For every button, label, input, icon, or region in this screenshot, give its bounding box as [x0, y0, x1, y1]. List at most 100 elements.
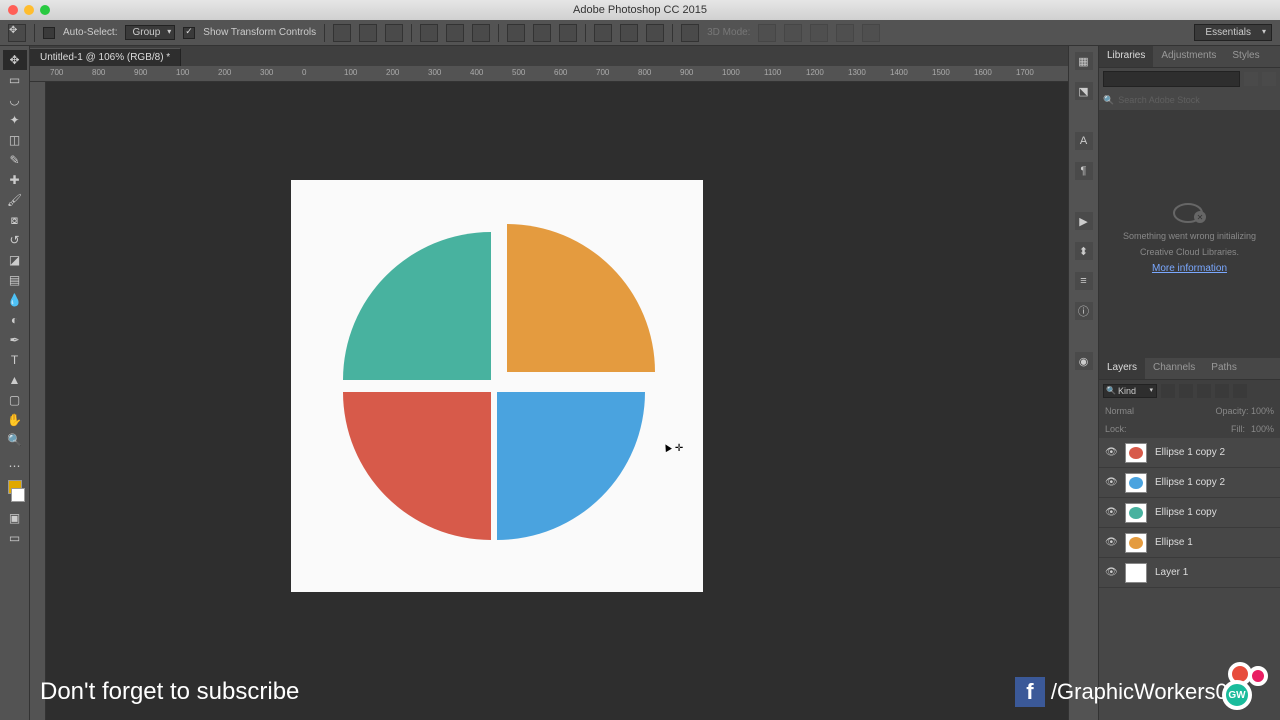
tab-styles[interactable]: Styles — [1224, 46, 1267, 67]
layer-filter-kind[interactable]: Kind — [1103, 384, 1157, 398]
align-3-icon[interactable] — [385, 24, 403, 42]
visibility-toggle-icon[interactable]: 👁 — [1105, 537, 1117, 548]
auto-align-icon[interactable] — [681, 24, 699, 42]
workspace-switcher[interactable]: Essentials — [1194, 24, 1272, 41]
filter-shape-icon[interactable] — [1215, 384, 1229, 398]
history-brush-tool[interactable]: ↺ — [3, 230, 27, 250]
tab-channels[interactable]: Channels — [1145, 358, 1203, 379]
shape-tool[interactable]: ▢ — [3, 390, 27, 410]
screenmode-toggle[interactable]: ▭ — [3, 528, 27, 548]
quickmask-toggle[interactable]: ▣ — [3, 508, 27, 528]
canvas-background[interactable] — [46, 82, 1068, 720]
filter-adj-icon[interactable] — [1179, 384, 1193, 398]
edit-toolbar[interactable]: ⋯ — [3, 456, 27, 476]
auto-select-dropdown[interactable]: Group — [125, 25, 175, 40]
divider — [585, 24, 586, 42]
clone-panel-icon[interactable]: ≡ — [1075, 272, 1093, 290]
visibility-toggle-icon[interactable]: 👁 — [1105, 477, 1117, 488]
filter-type-icon[interactable] — [1197, 384, 1211, 398]
actions-panel-icon[interactable]: ▶ — [1075, 212, 1093, 230]
dodge-tool[interactable]: ◐ — [3, 310, 27, 330]
type-tool[interactable]: T — [3, 350, 27, 370]
dist-4-icon[interactable] — [594, 24, 612, 42]
auto-select-checkbox[interactable] — [43, 27, 55, 39]
align-6-icon[interactable] — [472, 24, 490, 42]
dist-3-icon[interactable] — [559, 24, 577, 42]
divider — [411, 24, 412, 42]
show-transform-checkbox[interactable] — [183, 27, 195, 39]
layer-name[interactable]: Ellipse 1 copy — [1155, 507, 1217, 518]
visibility-toggle-icon[interactable]: 👁 — [1105, 447, 1117, 458]
grid-view-icon[interactable] — [1244, 72, 1258, 86]
dist-6-icon[interactable] — [646, 24, 664, 42]
tab-libraries[interactable]: Libraries — [1099, 46, 1153, 67]
character-panel-icon[interactable]: A — [1075, 132, 1093, 150]
eraser-tool[interactable]: ◪ — [3, 250, 27, 270]
layer-row[interactable]: 👁 Ellipse 1 copy 2 — [1099, 438, 1280, 468]
layer-row[interactable]: 👁 Ellipse 1 copy — [1099, 498, 1280, 528]
align-2-icon[interactable] — [359, 24, 377, 42]
move-tool[interactable]: ✥ — [3, 50, 27, 70]
move-tool-icon[interactable]: ✥ — [8, 24, 26, 42]
list-view-icon[interactable] — [1262, 72, 1276, 86]
wand-tool[interactable]: ✦ — [3, 110, 27, 130]
layer-name[interactable]: Ellipse 1 copy 2 — [1155, 447, 1225, 458]
ruler-tick: 400 — [470, 68, 483, 77]
align-4-icon[interactable] — [420, 24, 438, 42]
close-window-icon[interactable] — [8, 5, 18, 15]
layer-thumbnail[interactable] — [1125, 443, 1147, 463]
history-panel-icon[interactable]: ▦ — [1075, 52, 1093, 70]
collapsed-panels-strip: ▦ ⬔ A ¶ ▶ ⬍ ≡ ⓘ ◉ — [1068, 46, 1098, 720]
marquee-tool[interactable]: ▭ — [3, 70, 27, 90]
gradient-tool[interactable]: ▤ — [3, 270, 27, 290]
stock-search-placeholder[interactable]: Search Adobe Stock — [1118, 95, 1200, 105]
layer-thumbnail[interactable] — [1125, 563, 1147, 583]
blend-mode-select[interactable]: Normal — [1105, 406, 1134, 416]
visibility-toggle-icon[interactable]: 👁 — [1105, 567, 1117, 578]
layer-thumbnail[interactable] — [1125, 533, 1147, 553]
dist-2-icon[interactable] — [533, 24, 551, 42]
info-panel-icon[interactable]: ⓘ — [1075, 302, 1093, 320]
crop-tool[interactable]: ◫ — [3, 130, 27, 150]
opacity-value[interactable]: 100% — [1251, 406, 1274, 416]
layer-row[interactable]: 👁 Layer 1 — [1099, 558, 1280, 588]
navigator-panel-icon[interactable]: ◉ — [1075, 352, 1093, 370]
filter-smart-icon[interactable] — [1233, 384, 1247, 398]
filter-pixel-icon[interactable] — [1161, 384, 1175, 398]
hand-tool[interactable]: ✋ — [3, 410, 27, 430]
zoom-tool[interactable]: 🔍 — [3, 430, 27, 450]
pen-tool[interactable]: ✒ — [3, 330, 27, 350]
paragraph-panel-icon[interactable]: ¶ — [1075, 162, 1093, 180]
brush-panel-icon[interactable]: ⬍ — [1075, 242, 1093, 260]
fill-value[interactable]: 100% — [1251, 424, 1274, 434]
tab-adjustments[interactable]: Adjustments — [1153, 46, 1224, 67]
visibility-toggle-icon[interactable]: 👁 — [1105, 507, 1117, 518]
layer-thumbnail[interactable] — [1125, 473, 1147, 493]
brush-tool[interactable]: 🖌 — [3, 190, 27, 210]
document-tab[interactable]: Untitled-1 @ 106% (RGB/8) * — [30, 48, 181, 66]
dist-5-icon[interactable] — [620, 24, 638, 42]
path-select-tool[interactable]: ▲ — [3, 370, 27, 390]
healing-tool[interactable]: ✚ — [3, 170, 27, 190]
layer-thumbnail[interactable] — [1125, 503, 1147, 523]
color-panel-icon[interactable]: ⬔ — [1075, 82, 1093, 100]
library-select[interactable] — [1103, 71, 1240, 87]
layer-name[interactable]: Layer 1 — [1155, 567, 1188, 578]
minimize-window-icon[interactable] — [24, 5, 34, 15]
layer-row[interactable]: 👁 Ellipse 1 copy 2 — [1099, 468, 1280, 498]
more-information-link[interactable]: More information — [1152, 263, 1227, 274]
eyedropper-tool[interactable]: ✎ — [3, 150, 27, 170]
tab-paths[interactable]: Paths — [1203, 358, 1245, 379]
layer-name[interactable]: Ellipse 1 copy 2 — [1155, 477, 1225, 488]
layer-name[interactable]: Ellipse 1 — [1155, 537, 1193, 548]
background-color-swatch[interactable] — [11, 488, 25, 502]
blur-tool[interactable]: 💧 — [3, 290, 27, 310]
tab-layers[interactable]: Layers — [1099, 358, 1145, 379]
layer-row[interactable]: 👁 Ellipse 1 — [1099, 528, 1280, 558]
zoom-window-icon[interactable] — [40, 5, 50, 15]
dist-1-icon[interactable] — [507, 24, 525, 42]
lasso-tool[interactable]: ◡ — [3, 90, 27, 110]
align-1-icon[interactable] — [333, 24, 351, 42]
stamp-tool[interactable]: ⧇ — [3, 210, 27, 230]
align-5-icon[interactable] — [446, 24, 464, 42]
